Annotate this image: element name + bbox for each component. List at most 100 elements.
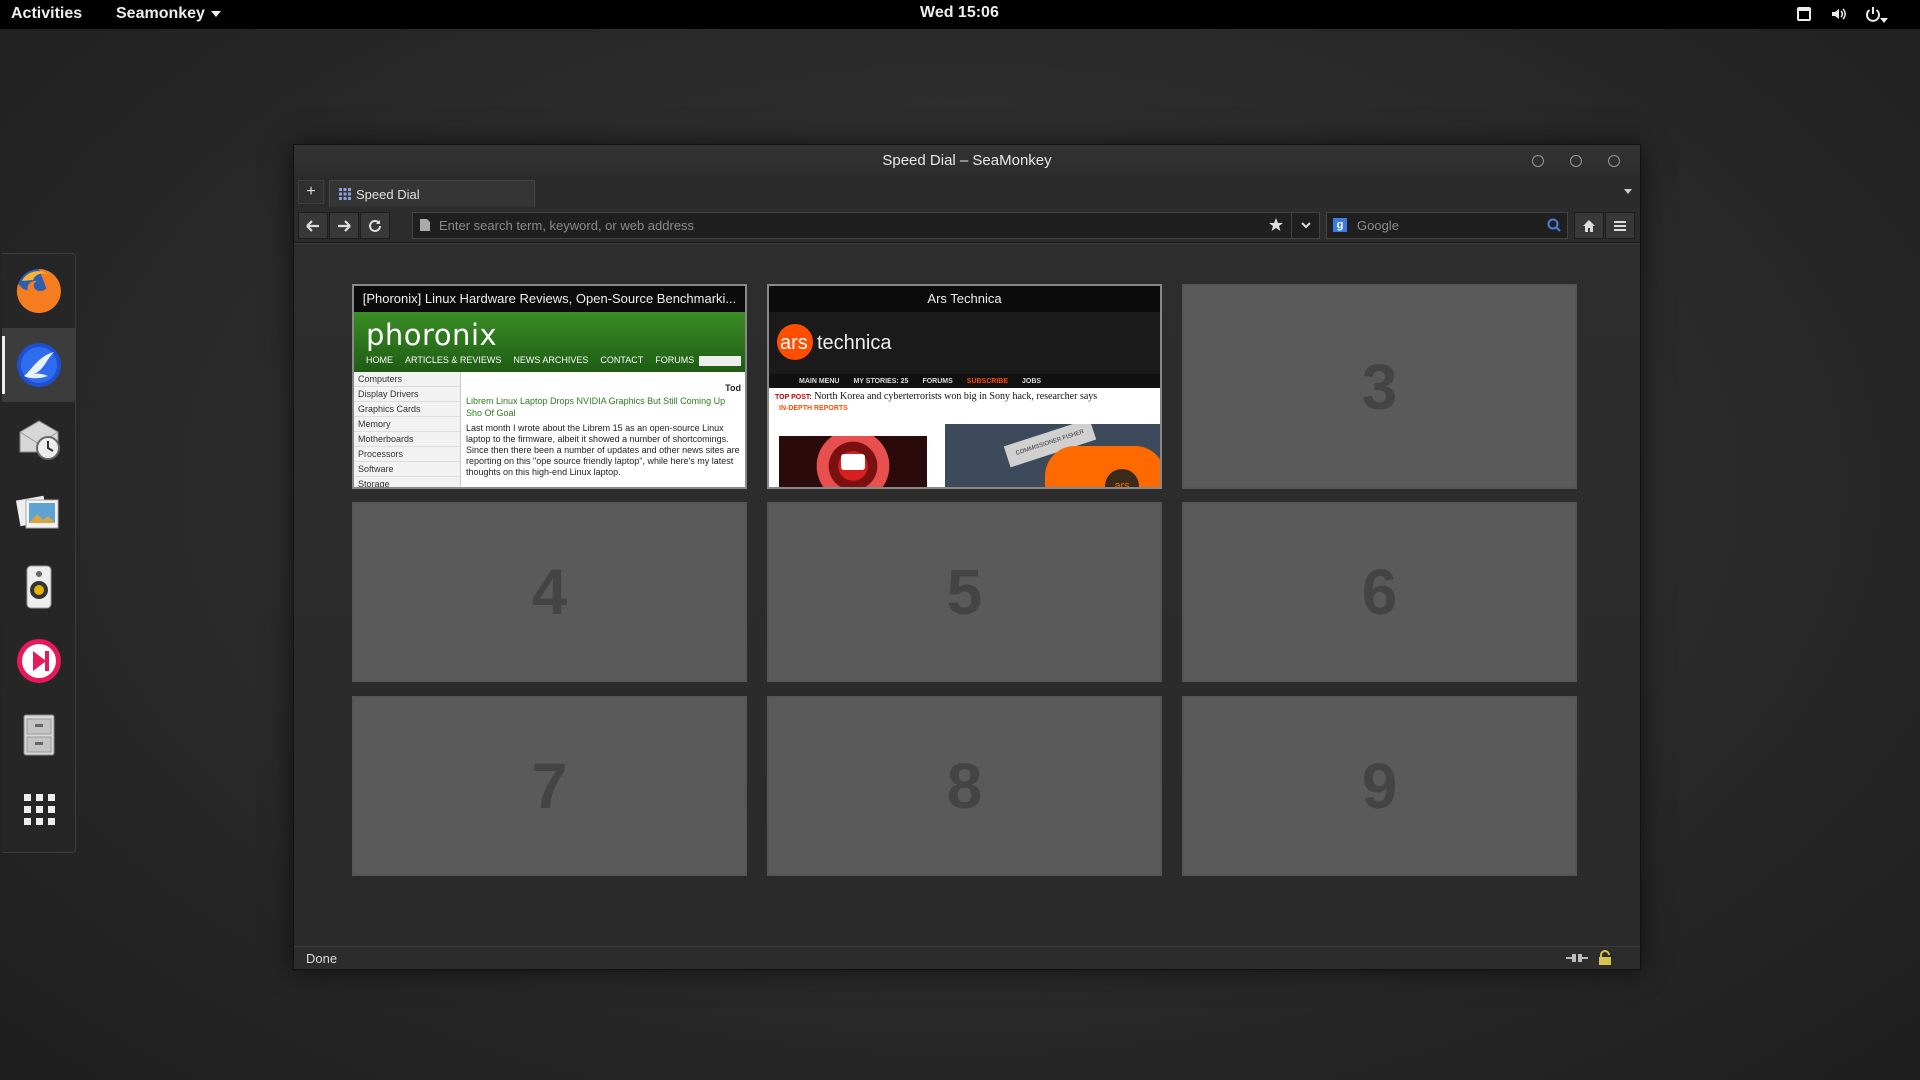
speed-dial-3[interactable]: 3 — [1182, 284, 1577, 489]
browser-window: Speed Dial – SeaMonkey + Speed Dial Ente… — [293, 144, 1641, 970]
speed-dial-9[interactable]: 9 — [1182, 696, 1577, 876]
bookmark-star-icon[interactable] — [1269, 218, 1283, 232]
nav-link: FORUMS — [655, 355, 695, 365]
home-button[interactable] — [1574, 212, 1604, 239]
minimize-button[interactable] — [1532, 155, 1544, 167]
evolution-icon[interactable] — [2, 402, 75, 476]
url-history-dropdown[interactable] — [1291, 213, 1320, 238]
speed-dial-1[interactable]: [Phoronix] Linux Hardware Reviews, Open-… — [352, 284, 747, 489]
reload-button[interactable] — [360, 212, 390, 239]
nav-link: SUBSCRIBE — [966, 377, 1009, 385]
dash-dock — [2, 253, 76, 853]
phoronix-sidebar: Computers Display Drivers Graphics Cards… — [354, 372, 461, 487]
top-post-headline: North Korea and cyberterrorists won big … — [814, 391, 1098, 402]
date-label: Tod — [725, 383, 741, 393]
app-menu[interactable]: Seamonkey — [116, 5, 221, 23]
window-title: Speed Dial – SeaMonkey — [882, 152, 1052, 169]
status-bar: Done — [294, 946, 1640, 969]
caret-down-icon[interactable] — [1880, 11, 1888, 23]
close-button[interactable] — [1608, 155, 1620, 167]
window-indicator-icon[interactable] — [1795, 5, 1813, 23]
phoronix-logo: phoronix — [366, 318, 498, 352]
speed-dial-5[interactable]: 5 — [767, 502, 1162, 682]
maximize-button[interactable] — [1570, 155, 1582, 167]
tab-bar: + Speed Dial — [294, 177, 1640, 208]
media-player-icon[interactable] — [2, 624, 75, 698]
nav-link: HOME — [366, 355, 393, 365]
phoronix-nav: HOME ARTICLES & REVIEWS NEWS ARCHIVES CO… — [366, 355, 694, 365]
show-apps-icon[interactable] — [2, 772, 75, 846]
sidebar-link: Processors — [354, 447, 460, 462]
dial-number: 4 — [531, 556, 568, 628]
speed-dial-7[interactable]: 7 — [352, 696, 747, 876]
sidebar-link: Graphics Cards — [354, 402, 460, 417]
tab-label: Speed Dial — [356, 187, 420, 202]
url-bar[interactable] — [412, 212, 1320, 239]
nav-link: ARTICLES & REVIEWS — [405, 355, 502, 365]
speed-dial-6[interactable]: 6 — [1182, 502, 1577, 682]
phoronix-header: phoronix HOME ARTICLES & REVIEWS NEWS AR… — [354, 312, 745, 372]
article-body: Last month I wrote about the Librem 15 a… — [466, 423, 740, 477]
shotwell-icon[interactable] — [2, 476, 75, 550]
speed-dial-icon — [339, 188, 351, 200]
tab-speed-dial[interactable]: Speed Dial — [329, 180, 535, 207]
back-button[interactable] — [298, 212, 328, 239]
tab-list-button[interactable] — [1624, 189, 1632, 194]
arrow-right-icon — [338, 219, 351, 232]
speed-dial-8[interactable]: 8 — [767, 696, 1162, 876]
sidebar-link: Motherboards — [354, 432, 460, 447]
dial-number: 7 — [531, 750, 568, 822]
dial-title: Ars Technica — [769, 286, 1160, 312]
seamonkey-icon[interactable] — [2, 328, 75, 402]
speed-dial-2[interactable]: Ars Technica ars technica MAIN MENU MY S… — [767, 284, 1162, 489]
top-bar: Activities Seamonkey Wed 15:06 — [0, 0, 1920, 29]
forward-button[interactable] — [329, 212, 359, 239]
volume-icon[interactable] — [1830, 5, 1848, 23]
phoronix-article: Tod Librem Linux Laptop Drops NVIDIA Gra… — [466, 372, 741, 487]
search-bar[interactable]: g — [1326, 212, 1568, 239]
nav-link: CONTACT — [600, 355, 644, 365]
url-input[interactable] — [437, 217, 1261, 234]
files-icon[interactable] — [2, 698, 75, 772]
sidebar-link: Storage — [358, 479, 390, 487]
server-icon — [841, 454, 865, 470]
nav-link: MY STORIES: 25 — [853, 377, 909, 385]
clock[interactable]: Wed 15:06 — [920, 4, 999, 22]
phone-image — [1045, 446, 1160, 487]
nav-link: FORUMS — [922, 377, 953, 385]
dial-number: 5 — [946, 556, 983, 628]
ars-thumb-image-2: COMMISSIONER FISHER ars — [945, 424, 1160, 487]
search-icon[interactable] — [1547, 218, 1561, 232]
phoronix-search-box — [699, 356, 741, 366]
reload-icon — [369, 219, 381, 232]
sidebar-link: Computers — [354, 372, 460, 387]
caret-down-icon — [210, 10, 221, 17]
dial-title: [Phoronix] Linux Hardware Reviews, Open-… — [354, 286, 745, 312]
rhythmbox-icon[interactable] — [2, 550, 75, 624]
chevron-down-icon — [1301, 222, 1311, 229]
menu-button[interactable] — [1605, 212, 1635, 239]
title-bar[interactable]: Speed Dial – SeaMonkey — [294, 145, 1640, 177]
dial-number: 3 — [1361, 350, 1398, 423]
dial-thumbnail: phoronix HOME ARTICLES & REVIEWS NEWS AR… — [354, 312, 745, 487]
search-input[interactable] — [1355, 217, 1529, 234]
online-status-icon[interactable] — [1566, 952, 1588, 964]
firefox-icon[interactable] — [2, 254, 75, 328]
sidebar-link: Display Drivers — [354, 387, 460, 402]
sidebar-link: Memory — [354, 417, 460, 432]
google-icon: g — [1333, 218, 1347, 232]
dial-thumbnail: ars technica MAIN MENU MY STORIES: 25 FO… — [769, 312, 1160, 487]
speed-dial-4[interactable]: 4 — [352, 502, 747, 682]
dial-number: 8 — [946, 750, 983, 822]
app-menu-label: Seamonkey — [116, 5, 205, 22]
activities-button[interactable]: Activities — [11, 5, 82, 23]
security-lock-icon[interactable] — [1598, 950, 1612, 966]
top-post-label: TOP POST: — [775, 394, 812, 401]
new-tab-button[interactable]: + — [298, 180, 324, 204]
ars-header: ars technica — [769, 312, 1160, 374]
arrow-left-icon — [306, 219, 319, 232]
hamburger-menu-icon — [1614, 220, 1626, 231]
ars-section-label: IN-DEPTH REPORTS — [779, 405, 848, 412]
dial-number: 9 — [1361, 750, 1398, 822]
navigation-toolbar: g — [294, 207, 1640, 243]
